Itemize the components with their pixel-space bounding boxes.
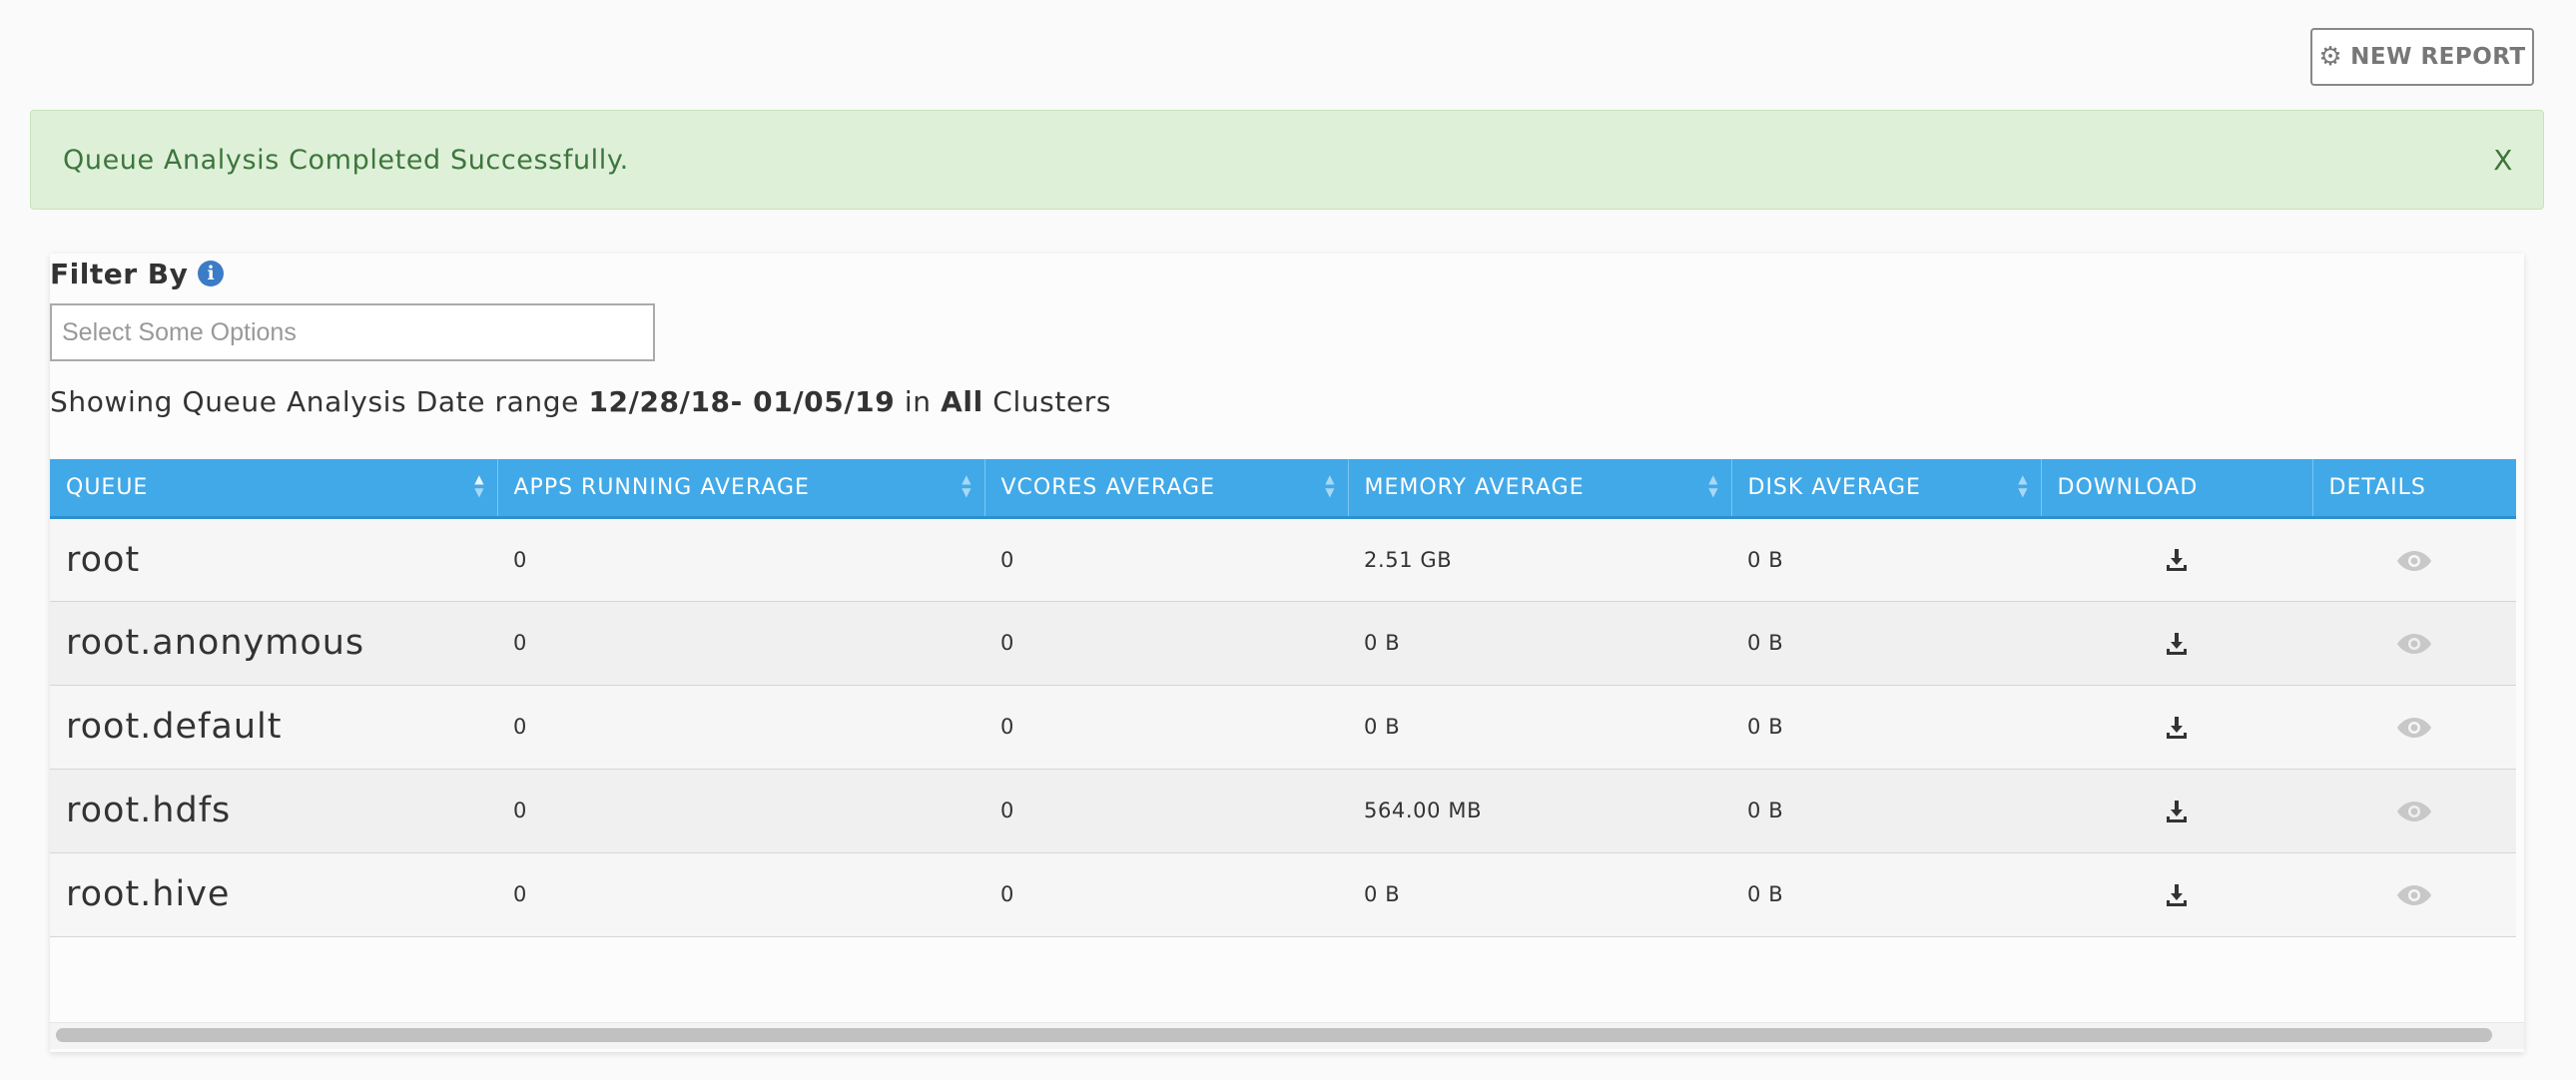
column-header-download: DOWNLOAD [2041,459,2313,519]
date-range-summary: Showing Queue Analysis Date range 12/28/… [50,385,1111,418]
cell-memory: 0 B [1348,685,1731,770]
column-header-label: APPS RUNNING AVERAGE [513,474,810,500]
cell-queue: root.hive [50,852,497,937]
gear-icon: ⚙ [2318,42,2343,72]
cell-vcores: 0 [984,852,1348,937]
new-report-label: NEW REPORT [2350,44,2526,70]
summary-prefix: Showing Queue Analysis Date range [50,385,579,418]
cell-vcores: 0 [984,685,1348,770]
table-row: root 0 0 2.51 GB 0 B [50,517,2516,602]
cell-vcores: 0 [984,601,1348,686]
cell-apps: 0 [497,685,984,770]
cell-disk: 0 B [1731,601,2041,686]
sort-icon[interactable]: ▲ ▼ [1708,473,1718,499]
table-row: root.anonymous 0 0 0 B 0 B [50,601,2516,686]
sort-icon[interactable]: ▲ ▼ [474,473,484,499]
table-row: root.default 0 0 0 B 0 B [50,685,2516,770]
cell-disk: 0 B [1731,769,2041,853]
column-header-label: DOWNLOAD [2057,474,2199,500]
cell-download [2041,517,2312,602]
summary-in: in [904,385,932,418]
column-header-queue[interactable]: QUEUE ▲ ▼ [50,459,498,519]
new-report-button[interactable]: ⚙ NEW REPORT [2310,28,2534,86]
queue-table-wrapper: QUEUE ▲ ▼ APPS RUNNING AVERAGE ▲ ▼ VCORES … [50,459,2516,937]
cell-download [2041,685,2312,770]
cell-queue: root [50,517,497,602]
eye-icon[interactable] [2396,801,2432,822]
table-row: root.hive 0 0 0 B 0 B [50,852,2516,937]
cell-details [2312,517,2516,602]
column-header-memory-average[interactable]: MEMORY AVERAGE ▲ ▼ [1348,459,1732,519]
column-header-label: DETAILS [2328,474,2426,500]
sort-icon[interactable]: ▲ ▼ [1325,473,1335,499]
download-icon[interactable] [2166,548,2188,572]
report-panel: Filter By i Showing Queue Analysis Date … [50,254,2524,1052]
column-header-label: VCORES AVERAGE [1000,474,1215,500]
cell-apps: 0 [497,517,984,602]
cell-download [2041,852,2312,937]
eye-icon[interactable] [2396,717,2432,739]
column-header-vcores-average[interactable]: VCORES AVERAGE ▲ ▼ [984,459,1349,519]
cell-details [2312,685,2516,770]
eye-icon[interactable] [2396,884,2432,906]
cell-details [2312,601,2516,686]
download-icon[interactable] [2166,800,2188,823]
success-alert: Queue Analysis Completed Successfully. X [30,110,2544,210]
info-icon[interactable]: i [198,261,225,286]
filter-by-text: Filter By [50,257,189,290]
column-header-details: DETAILS [2312,459,2516,519]
column-header-apps-running-average[interactable]: APPS RUNNING AVERAGE ▲ ▼ [497,459,985,519]
cell-apps: 0 [497,769,984,853]
cell-memory: 564.00 MB [1348,769,1731,853]
cell-details [2312,852,2516,937]
cell-apps: 0 [497,852,984,937]
filter-select-input[interactable] [50,303,655,361]
queue-table: QUEUE ▲ ▼ APPS RUNNING AVERAGE ▲ ▼ VCORES … [50,459,2516,937]
column-header-disk-average[interactable]: DISK AVERAGE ▲ ▼ [1731,459,2042,519]
sort-icon[interactable]: ▲ ▼ [2018,473,2028,499]
column-header-label: DISK AVERAGE [1747,474,1921,500]
eye-icon[interactable] [2396,550,2432,572]
cell-apps: 0 [497,601,984,686]
alert-close-button[interactable]: X [2493,144,2513,177]
column-header-label: QUEUE [66,474,149,500]
cell-disk: 0 B [1731,685,2041,770]
table-row: root.hdfs 0 0 564.00 MB 0 B [50,769,2516,853]
cell-memory: 0 B [1348,852,1731,937]
cell-vcores: 0 [984,517,1348,602]
summary-date-range: 12/28/18- 01/05/19 [588,385,896,418]
cell-disk: 0 B [1731,517,2041,602]
summary-suffix: Clusters [992,385,1112,418]
sort-icon[interactable]: ▲ ▼ [962,473,971,499]
cell-vcores: 0 [984,769,1348,853]
alert-message: Queue Analysis Completed Successfully. [63,144,629,176]
cell-queue: root.anonymous [50,601,497,686]
cell-queue: root.hdfs [50,769,497,853]
download-icon[interactable] [2166,883,2188,907]
cell-queue: root.default [50,685,497,770]
download-icon[interactable] [2166,632,2188,656]
cell-details [2312,769,2516,853]
horizontal-scrollbar-thumb[interactable] [56,1028,2492,1042]
cell-download [2041,601,2312,686]
summary-scope: All [941,385,983,418]
filter-label: Filter By i [50,254,225,293]
cell-memory: 2.51 GB [1348,517,1731,602]
eye-icon[interactable] [2396,633,2432,655]
download-icon[interactable] [2166,716,2188,740]
column-header-label: MEMORY AVERAGE [1364,474,1585,500]
cell-memory: 0 B [1348,601,1731,686]
cell-disk: 0 B [1731,852,2041,937]
cell-download [2041,769,2312,853]
table-header-row: QUEUE ▲ ▼ APPS RUNNING AVERAGE ▲ ▼ VCORES … [50,459,2516,519]
